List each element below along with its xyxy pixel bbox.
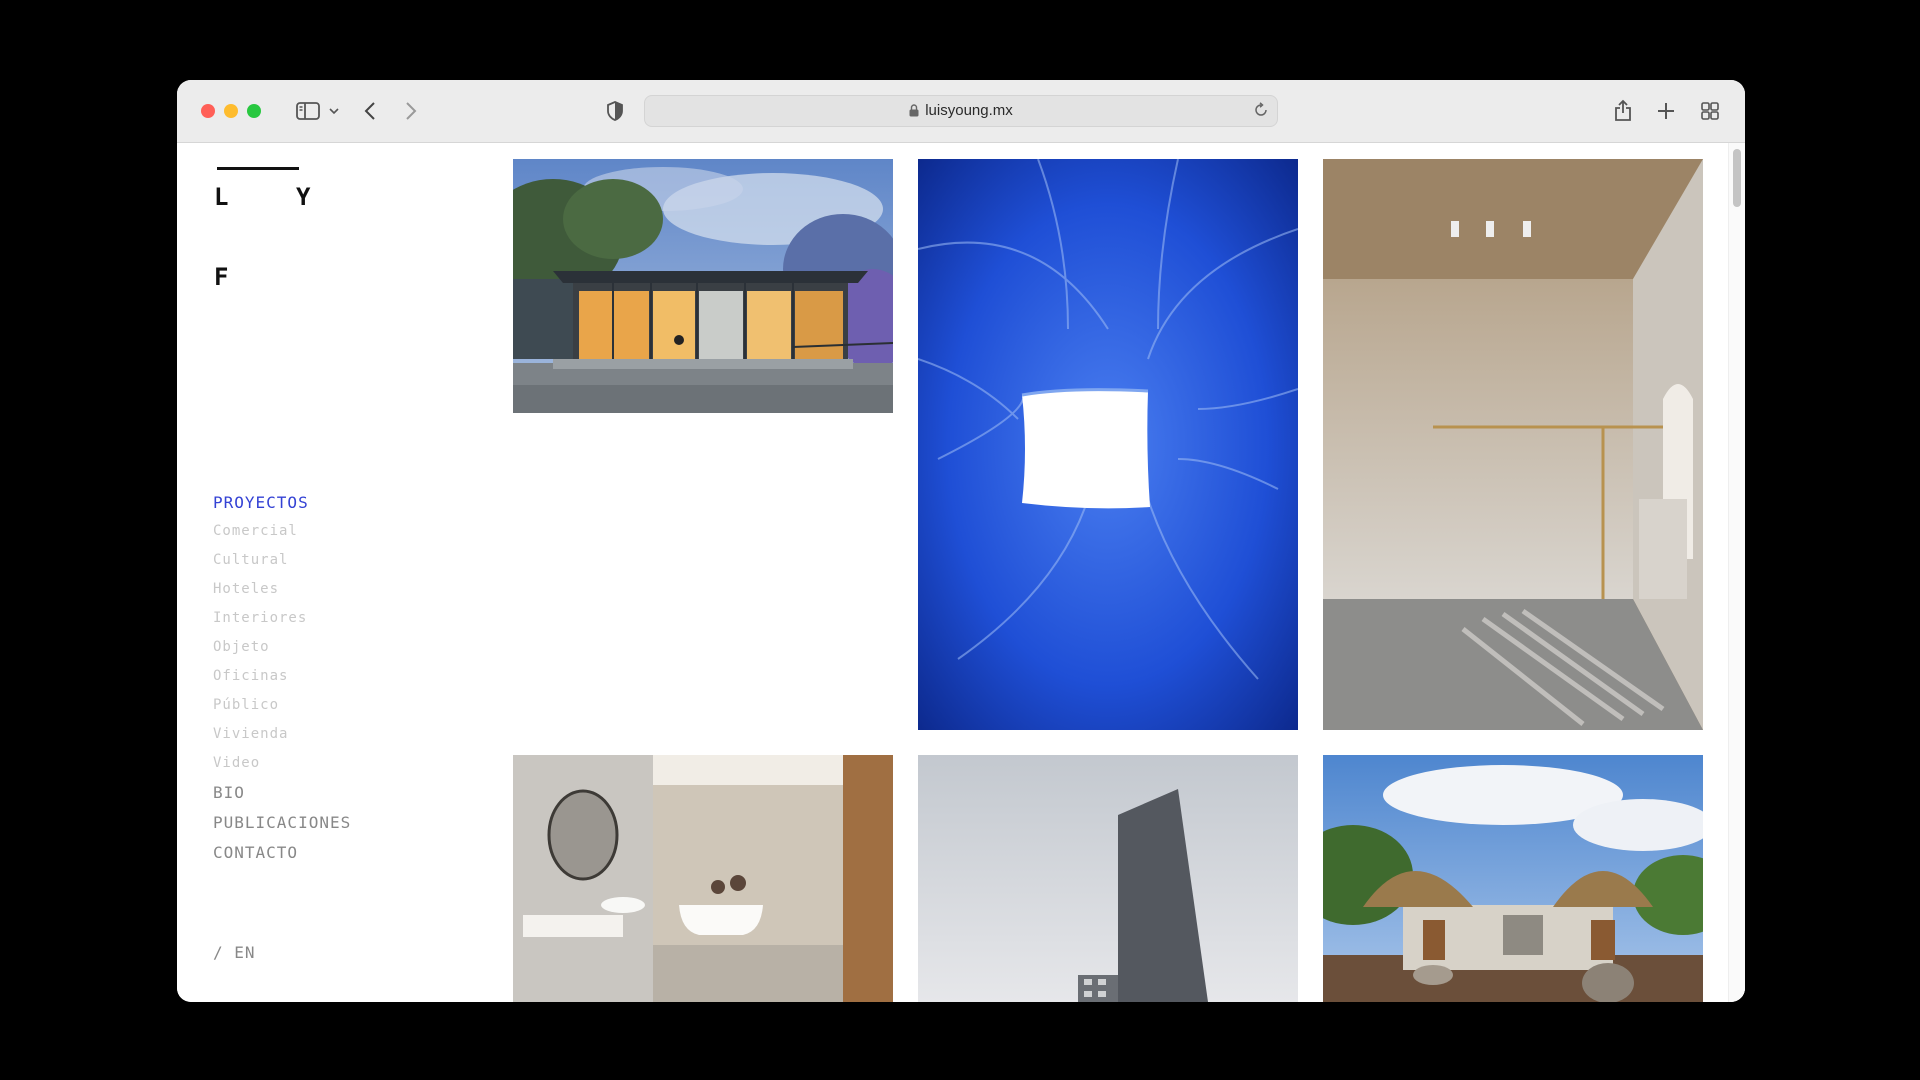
back-icon[interactable] <box>360 100 380 122</box>
address-bar[interactable]: luisyoung.mx <box>644 95 1278 127</box>
language-switch[interactable]: / EN <box>213 943 256 962</box>
logo-letter-f: F <box>214 263 229 291</box>
project-photo-bathroom[interactable] <box>513 755 893 1002</box>
nav-category-oficinas[interactable]: Oficinas <box>213 668 288 684</box>
logo-bar <box>217 167 299 170</box>
nav-category-cultural[interactable]: Cultural <box>213 552 288 568</box>
nav-category-interiores[interactable]: Interiores <box>213 610 307 626</box>
nav-category-hoteles[interactable]: Hoteles <box>213 581 279 597</box>
close-window-button[interactable] <box>201 104 215 118</box>
browser-window: luisyoung.mx L Y F PROYECTOS Comercial C… <box>177 80 1745 1002</box>
new-tab-icon[interactable] <box>1655 100 1677 122</box>
forward-icon[interactable] <box>401 100 421 122</box>
project-photo-huts[interactable] <box>1323 755 1703 1002</box>
shield-icon[interactable] <box>604 100 626 122</box>
logo-letter-y: Y <box>296 183 311 211</box>
tab-overview-icon[interactable] <box>1699 100 1721 122</box>
nav-category-objeto[interactable]: Objeto <box>213 639 270 655</box>
minimize-window-button[interactable] <box>224 104 238 118</box>
scrollbar-thumb[interactable] <box>1733 149 1741 207</box>
project-photo-tower[interactable] <box>918 755 1298 1002</box>
nav-category-vivienda[interactable]: Vivienda <box>213 726 288 742</box>
url-label: luisyoung.mx <box>925 102 1013 119</box>
reload-icon[interactable] <box>1253 102 1269 123</box>
zoom-window-button[interactable] <box>247 104 261 118</box>
sidebar-icon[interactable] <box>295 100 321 122</box>
browser-toolbar: luisyoung.mx <box>177 80 1745 143</box>
nav-bio[interactable]: BIO <box>213 783 245 802</box>
lock-icon <box>909 98 919 128</box>
nav-contacto[interactable]: CONTACTO <box>213 843 298 862</box>
page-content: L Y F PROYECTOS Comercial Cultural Hotel… <box>177 143 1745 1002</box>
nav-proyectos[interactable]: PROYECTOS <box>213 493 309 512</box>
chevron-down-icon[interactable] <box>327 104 341 118</box>
nav-category-comercial[interactable]: Comercial <box>213 523 298 539</box>
nav-category-video[interactable]: Video <box>213 755 260 771</box>
project-photo-interior[interactable] <box>1323 159 1703 730</box>
url-text: luisyoung.mx <box>645 96 1277 128</box>
logo-letter-l: L <box>214 183 229 211</box>
nav-category-publico[interactable]: Público <box>213 697 279 713</box>
scrollbar[interactable] <box>1728 143 1745 1002</box>
nav-publicaciones[interactable]: PUBLICACIONES <box>213 813 351 832</box>
share-icon[interactable] <box>1611 96 1635 124</box>
project-photo-pavilion[interactable] <box>513 159 893 413</box>
project-photo-blue-sculpture[interactable] <box>918 159 1298 730</box>
